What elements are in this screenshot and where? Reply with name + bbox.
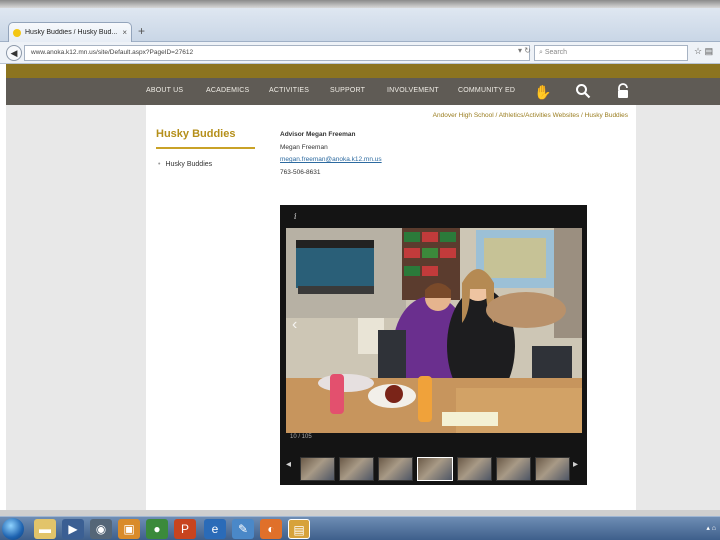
thumbnail-strip xyxy=(300,457,570,481)
thumbnail[interactable] xyxy=(534,457,570,481)
site-gold-bar xyxy=(6,64,720,78)
thumbnail[interactable] xyxy=(495,457,531,481)
media-player-icon[interactable]: ▶ xyxy=(62,519,84,539)
menu-activities[interactable]: ACTIVITIES xyxy=(269,87,309,94)
tab-title: Husky Buddies / Husky Bud... xyxy=(25,29,118,36)
camera-icon[interactable]: ◉ xyxy=(90,519,112,539)
menu-support[interactable]: SUPPORT xyxy=(330,87,365,94)
notes-icon[interactable]: ✎ xyxy=(232,519,254,539)
sidebar-divider xyxy=(156,147,255,149)
gallery-counter: 10 / 105 xyxy=(290,434,312,440)
thumbs-prev-icon[interactable]: ◂ xyxy=(286,459,291,470)
lock-icon[interactable] xyxy=(614,83,632,101)
firefox-icon[interactable]: ◐ xyxy=(260,519,282,539)
photo-gallery: i ‹ 10 / 105 ◂ ▸ xyxy=(280,205,587,485)
menu-involvement[interactable]: INVOLVEMENT xyxy=(387,87,439,94)
info-icon[interactable]: i xyxy=(294,212,297,221)
browser-tab[interactable]: Husky Buddies / Husky Bud... × xyxy=(8,22,132,42)
search-icon[interactable] xyxy=(574,83,592,101)
toolbar-icons[interactable]: ☆ ▤ xyxy=(694,46,713,57)
thumbnail[interactable] xyxy=(300,457,336,481)
menu-academics[interactable]: ACADEMICS xyxy=(206,87,249,94)
screen: Husky Buddies / Husky Bud... × + ◀ www.a… xyxy=(0,0,720,540)
monitor-bezel xyxy=(0,0,720,8)
powerpoint-icon[interactable]: P xyxy=(174,519,196,539)
advisor-heading: Advisor Megan Freeman xyxy=(280,131,356,138)
folder-icon[interactable]: ▬ xyxy=(34,519,56,539)
sidebar-item-label: Husky Buddies xyxy=(165,161,213,168)
advisor-name: Megan Freeman xyxy=(280,144,328,151)
reload-icon[interactable]: ▾ ↻ xyxy=(518,46,531,55)
menu-community-ed[interactable]: COMMUNITY ED xyxy=(458,87,515,94)
advisor-email-link[interactable]: megan.freeman@anoka.k12.mn.us xyxy=(280,156,382,163)
office-icon[interactable]: ▣ xyxy=(118,519,140,539)
address-bar[interactable]: www.anoka.k12.mn.us/site/Default.aspx?Pa… xyxy=(24,45,530,61)
system-tray-icon[interactable]: ▴ ⌂ xyxy=(706,524,716,532)
browser-nav-bar: ◀ www.anoka.k12.mn.us/site/Default.aspx?… xyxy=(0,42,720,64)
bullet-icon: • xyxy=(158,161,161,168)
site-nav-menu: ABOUT US ACADEMICS ACTIVITIES SUPPORT IN… xyxy=(6,78,720,105)
favicon-icon xyxy=(13,28,21,37)
hand-icon[interactable]: ✋ xyxy=(534,83,552,101)
search-placeholder: Search xyxy=(544,49,568,56)
back-button[interactable]: ◀ xyxy=(6,45,22,61)
close-tab-icon[interactable]: × xyxy=(122,28,127,37)
advisor-phone: 763-506-8631 xyxy=(280,169,321,176)
thumbs-next-icon[interactable]: ▸ xyxy=(573,459,578,470)
thumbnail[interactable] xyxy=(339,457,375,481)
thumbnail[interactable] xyxy=(417,457,453,481)
internet-explorer-icon[interactable]: e xyxy=(204,519,226,539)
thumbnail[interactable] xyxy=(378,457,414,481)
gallery-photo[interactable]: ‹ xyxy=(286,228,582,433)
sidebar-title: Husky Buddies xyxy=(156,128,236,140)
gallery-prev-arrow-icon[interactable]: ‹ xyxy=(292,316,297,334)
browser-search-input[interactable]: ⌕ Search xyxy=(534,45,688,61)
chrome-icon[interactable]: ● xyxy=(146,519,168,539)
browser-tab-strip: Husky Buddies / Husky Bud... × + xyxy=(0,8,720,42)
sidebar-item-husky-buddies[interactable]: • Husky Buddies xyxy=(158,161,212,168)
new-tab-button[interactable]: + xyxy=(138,24,145,38)
start-button-icon[interactable] xyxy=(2,518,24,540)
breadcrumb[interactable]: Andover High School / Athletics/Activiti… xyxy=(433,112,628,119)
windows-taskbar: ▬ ▶ ◉ ▣ ● P e ✎ ◐ ▤ ▴ ⌂ xyxy=(0,516,720,540)
active-window-icon[interactable]: ▤ xyxy=(288,519,310,539)
menu-about-us[interactable]: ABOUT US xyxy=(146,87,183,94)
thumbnail[interactable] xyxy=(456,457,492,481)
